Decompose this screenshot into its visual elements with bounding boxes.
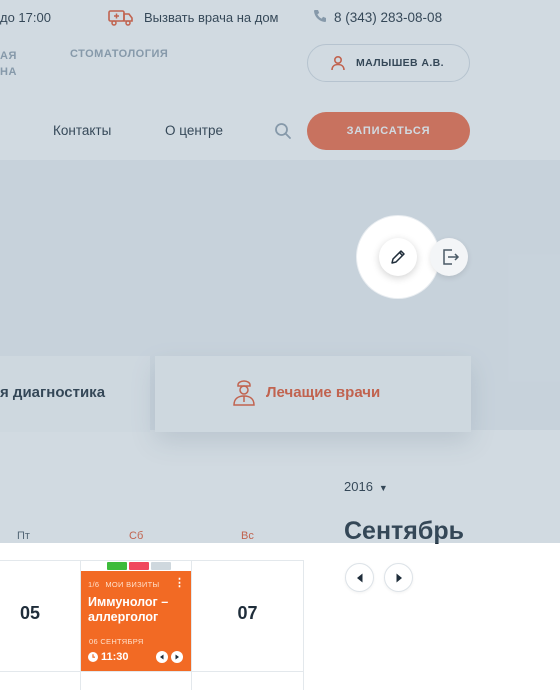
caret-left-icon (357, 573, 363, 583)
event-prev-button[interactable] (156, 651, 168, 663)
tag-green (107, 562, 127, 570)
event-date: 06 СЕНТЯБРЯ (89, 637, 144, 646)
event-time: 11:30 (101, 651, 129, 663)
logout-icon (443, 249, 460, 265)
logout-button[interactable] (430, 238, 468, 276)
day-number: 07 (237, 603, 258, 623)
calendar-day-cell[interactable] (80, 671, 192, 690)
month-prev-button[interactable] (345, 563, 374, 592)
caret-left-icon (160, 654, 164, 660)
page: до 17:00 Вызвать врача на дом 8 (343) 28… (0, 0, 560, 690)
caret-right-icon (175, 654, 179, 660)
tutorial-overlay (0, 0, 560, 543)
event-meta: 1/6 МОИ ВИЗИТЫ (88, 580, 159, 589)
calendar-day-cell[interactable]: 05 (0, 560, 81, 672)
visit-event-card[interactable]: 1/6 МОИ ВИЗИТЫ ⋮ Иммунолог – аллерголог 0… (81, 562, 191, 671)
calendar-day-cell[interactable]: 07 (191, 560, 304, 672)
calendar-day-cell[interactable] (191, 671, 304, 690)
day-number: 05 (19, 603, 41, 623)
more-options-icon[interactable]: ⋮ (174, 578, 185, 589)
event-next-button[interactable] (171, 651, 183, 663)
event-label: МОИ ВИЗИТЫ (105, 580, 160, 589)
tag-red (129, 562, 149, 570)
pencil-icon (391, 250, 405, 264)
clock-icon (88, 652, 98, 662)
edit-button[interactable] (379, 238, 417, 276)
tag-grey (151, 562, 171, 570)
calendar-grid: 05 07 1/6 МОИ ВИЗИТЫ ⋮ Иммунолог – аллерг… (0, 560, 304, 690)
event-counter: 1/6 (88, 580, 100, 589)
event-title: Иммунолог – аллерголог (88, 595, 169, 624)
month-next-button[interactable] (384, 563, 413, 592)
caret-right-icon (396, 573, 402, 583)
